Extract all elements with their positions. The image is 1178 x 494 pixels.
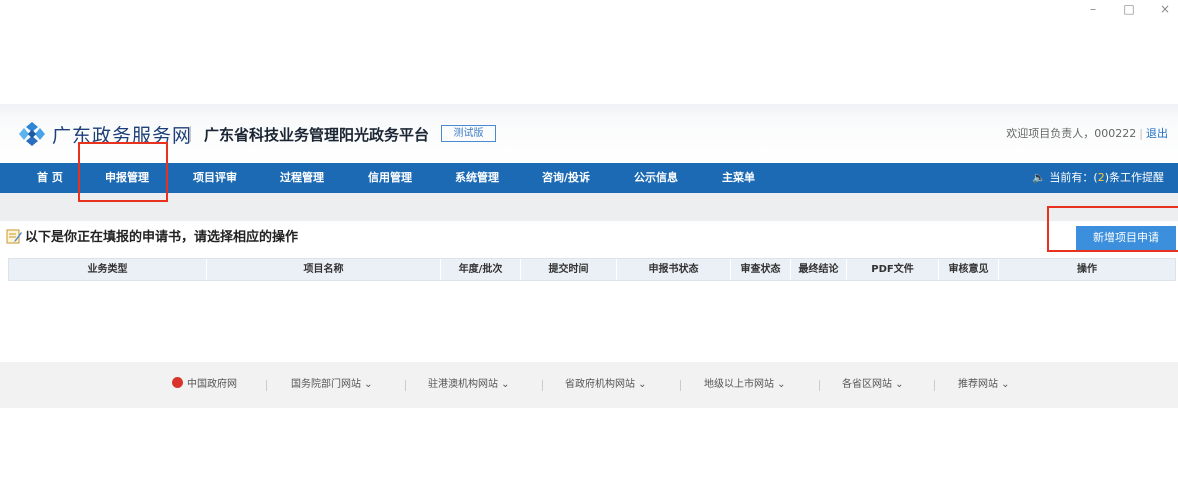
- col-business-type: 业务类型: [9, 259, 207, 280]
- reminder-prefix: 当前有：(: [1049, 171, 1098, 184]
- reminder-count: 2: [1097, 171, 1105, 184]
- new-project-application-button[interactable]: 新增项目申请: [1076, 226, 1176, 250]
- close-button[interactable]: ×: [1158, 2, 1172, 16]
- footer-divider: [680, 380, 681, 391]
- col-submit-time: 提交时间: [521, 259, 617, 280]
- maximize-button[interactable]: □: [1122, 2, 1136, 16]
- col-pdf-file: PDF文件: [847, 259, 939, 280]
- nav-public-info[interactable]: 公示信息: [634, 163, 678, 193]
- footer-link-hk-macao[interactable]: 驻港澳机构网站 ⌄: [428, 362, 510, 408]
- main-nav: 首 页 申报管理 项目评审 过程管理 信用管理 系统管理 咨询/投诉 公示信息 …: [0, 163, 1178, 193]
- nav-home[interactable]: 首 页: [37, 163, 63, 193]
- section-title-text: 以下是你正在填报的申请书，请选择相应的操作: [25, 230, 299, 245]
- footer-divider: [542, 380, 543, 391]
- footer-links: 中国政府网 国务院部门网站 ⌄ 驻港澳机构网站 ⌄ 省政府机构网站 ⌄ 地级以上…: [0, 362, 1178, 408]
- footer-divider: [819, 380, 820, 391]
- col-audit-opinion: 审核意见: [939, 259, 999, 280]
- footer-divider: [266, 380, 267, 391]
- reminder-suffix: )条工作提醒: [1104, 171, 1164, 184]
- footer-link-cities[interactable]: 地级以上市网站 ⌄: [704, 362, 786, 408]
- test-version-badge: 测试版: [441, 125, 496, 142]
- window-controls: – □ ×: [1086, 2, 1172, 16]
- platform-title: 广东省科技业务管理阳光政务平台: [204, 126, 430, 144]
- logo-icon: [19, 122, 45, 146]
- nav-project-review[interactable]: 项目评审: [193, 163, 237, 193]
- nav-consult-complaint[interactable]: 咨询/投诉: [542, 163, 590, 193]
- footer-link-china-gov[interactable]: 中国政府网: [172, 362, 237, 408]
- user-welcome: 欢迎项目负责人，000222 | 退出: [1006, 127, 1168, 140]
- nav-system-management[interactable]: 系统管理: [455, 163, 499, 193]
- footer-link-recommended[interactable]: 推荐网站 ⌄: [958, 362, 1010, 408]
- applications-table-header: 业务类型 项目名称 年度/批次 提交时间 申报书状态 审查状态 最终结论 PDF…: [8, 258, 1176, 281]
- col-year-batch: 年度/批次: [441, 259, 521, 280]
- minimize-button[interactable]: –: [1086, 2, 1100, 16]
- col-final-conclusion: 最终结论: [791, 259, 847, 280]
- nav-main-menu[interactable]: 主菜单: [722, 163, 755, 193]
- content-band: [0, 193, 1178, 221]
- nav-process-management[interactable]: 过程管理: [280, 163, 324, 193]
- footer-link-province[interactable]: 省政府机构网站 ⌄: [565, 362, 647, 408]
- brand-name[interactable]: 广东政务服务网: [52, 121, 192, 148]
- footer-link-state-council[interactable]: 国务院部门网站 ⌄: [291, 362, 373, 408]
- welcome-text: 欢迎项目负责人，000222: [1006, 127, 1137, 140]
- footer-link-other-provinces[interactable]: 各省区网站 ⌄: [842, 362, 904, 408]
- col-application-status: 申报书状态: [617, 259, 731, 280]
- logout-link[interactable]: 退出: [1146, 127, 1168, 140]
- col-project-name: 项目名称: [207, 259, 441, 280]
- col-review-status: 审查状态: [731, 259, 791, 280]
- site-header: 广东政务服务网 广东省科技业务管理阳光政务平台 测试版 欢迎项目负责人，0002…: [0, 104, 1178, 162]
- nav-application-management[interactable]: 申报管理: [105, 163, 149, 193]
- speaker-icon: 🔈: [1032, 171, 1046, 184]
- section-title: 以下是你正在填报的申请书，请选择相应的操作: [6, 226, 298, 245]
- nav-credit-management[interactable]: 信用管理: [368, 163, 412, 193]
- footer-divider: [405, 380, 406, 391]
- work-reminder[interactable]: 🔈 当前有：(2)条工作提醒: [1032, 163, 1164, 193]
- header-divider: [190, 126, 191, 142]
- national-emblem-icon: [172, 377, 183, 388]
- edit-note-icon: [6, 229, 22, 243]
- footer-divider: [934, 380, 935, 391]
- col-actions: 操作: [1077, 264, 1097, 275]
